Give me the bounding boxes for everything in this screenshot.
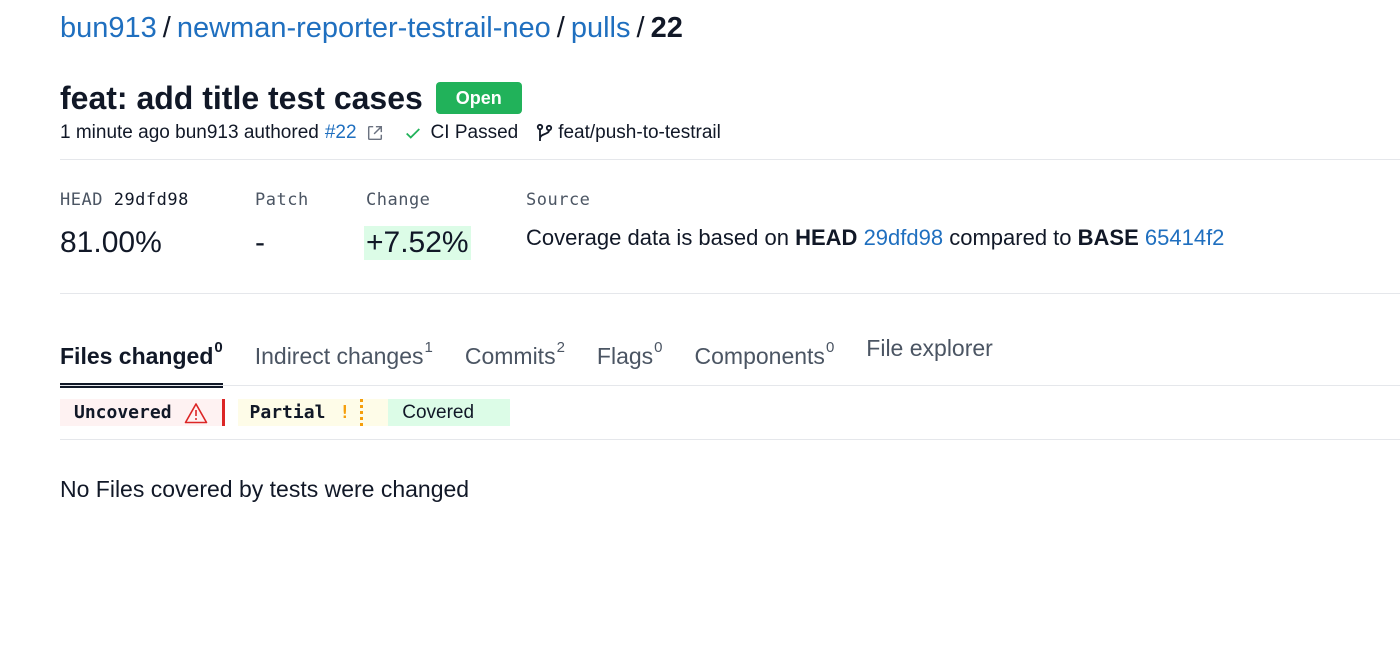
tab-label: Indirect changes [254, 343, 424, 369]
pull-number-link[interactable]: #22 [325, 121, 357, 145]
legend-covered: Covered [388, 399, 511, 426]
pull-request-page: bun913/newman-reporter-testrail-neo / pull… [0, 0, 1400, 663]
legend-partial-label: Partial [249, 402, 326, 423]
breadcrumb-separator: / [636, 12, 645, 44]
pull-title: feat: add title test cases [60, 80, 423, 116]
empty-state-message: No Files covered by tests were changed [60, 476, 470, 502]
tab-count: 2 [556, 339, 565, 356]
tab-label: File explorer [866, 335, 993, 361]
partial-indicator [360, 399, 364, 426]
breadcrumb-separator: / [162, 12, 171, 44]
stat-head-label: HEAD 29dfd98 [60, 188, 189, 212]
pull-author: bun913 [175, 122, 239, 143]
tab-label: Components [694, 343, 825, 369]
tabs-divider [60, 385, 1400, 386]
tab-indirect-changes[interactable]: Indirect changes1 [255, 330, 433, 388]
patch-coverage: - [255, 226, 265, 259]
breadcrumb-pulls-link[interactable]: pulls [571, 12, 631, 44]
source-base-word: BASE [1077, 225, 1139, 250]
change-value: +7.52% [364, 226, 471, 260]
source-prefix: Coverage data is based on [526, 225, 789, 250]
patch-label: Patch [255, 190, 309, 210]
tab-commits[interactable]: Commits2 [465, 330, 565, 388]
tab-count: 0 [214, 339, 223, 356]
legend-divider [60, 439, 1400, 440]
legend-uncovered-label: Uncovered [74, 402, 172, 423]
check-icon [405, 128, 420, 139]
pull-time: 1 minute ago [60, 122, 170, 143]
stat-source: Source Coverage data is based on HEAD 29… [526, 188, 1224, 252]
legend-uncovered: Uncovered [60, 399, 222, 426]
stats-divider [60, 293, 1400, 294]
tab-label: Commits [464, 343, 556, 369]
tab-components[interactable]: Components0 [695, 330, 835, 388]
legend-partial: Partial ! [237, 399, 389, 426]
tab-label: Flags [596, 343, 654, 369]
head-coverage: 81.00% [60, 226, 162, 259]
coverage-legend: Uncovered Partial ! Covered [60, 399, 511, 426]
branch-name: feat/push-to-testrail [558, 122, 721, 143]
tab-bar: Files changed0 Indirect changes1 Commits… [60, 330, 1025, 388]
pull-title-row: feat: add title test cases Open [60, 79, 522, 117]
tab-files-changed[interactable]: Files changed0 [60, 330, 223, 388]
tab-count: 1 [424, 339, 433, 356]
tab-count: 0 [654, 339, 663, 356]
tab-count: 0 [825, 339, 835, 356]
uncovered-indicator [221, 399, 225, 426]
source-description: Coverage data is based on HEAD 29dfd98 c… [526, 224, 1224, 252]
tab-flags[interactable]: Flags0 [597, 330, 663, 388]
header-divider [60, 159, 1400, 160]
authored-label: authored [243, 122, 319, 143]
head-commit-link[interactable]: 29dfd98 [864, 225, 944, 250]
status-badge: Open [435, 82, 522, 114]
breadcrumb: bun913/newman-reporter-testrail-neo / pull… [60, 10, 683, 46]
breadcrumb-repo-link[interactable]: newman-reporter-testrail-neo [177, 12, 551, 44]
branch-icon [537, 123, 553, 141]
warning-icon [184, 402, 207, 423]
source-middle: compared to [949, 225, 1072, 250]
external-link-icon[interactable] [366, 124, 384, 142]
stat-patch: Patch - [255, 188, 309, 260]
stat-head: HEAD 29dfd98 81.00% [60, 188, 189, 260]
tab-file-explorer[interactable]: File explorer [866, 330, 993, 388]
legend-covered-label: Covered [402, 401, 475, 423]
change-label: Change [366, 190, 431, 210]
pull-meta: 1 minute ago bun913 authored #22 CI Pass… [60, 121, 721, 145]
breadcrumb-separator: / [556, 12, 565, 44]
stat-change: Change +7.52% [364, 188, 471, 260]
base-commit-link[interactable]: 65414f2 [1145, 225, 1225, 250]
breadcrumb-owner-link[interactable]: bun913 [60, 12, 157, 44]
source-head-word: HEAD [795, 225, 858, 250]
source-label: Source [526, 190, 591, 210]
ci-status: CI Passed [430, 122, 519, 143]
breadcrumb-current: 22 [650, 12, 683, 44]
partial-exclamation-icon: ! [339, 402, 351, 423]
head-label: HEAD [60, 190, 103, 210]
head-sha: 29dfd98 [113, 190, 189, 210]
tab-label: Files changed [60, 343, 214, 369]
